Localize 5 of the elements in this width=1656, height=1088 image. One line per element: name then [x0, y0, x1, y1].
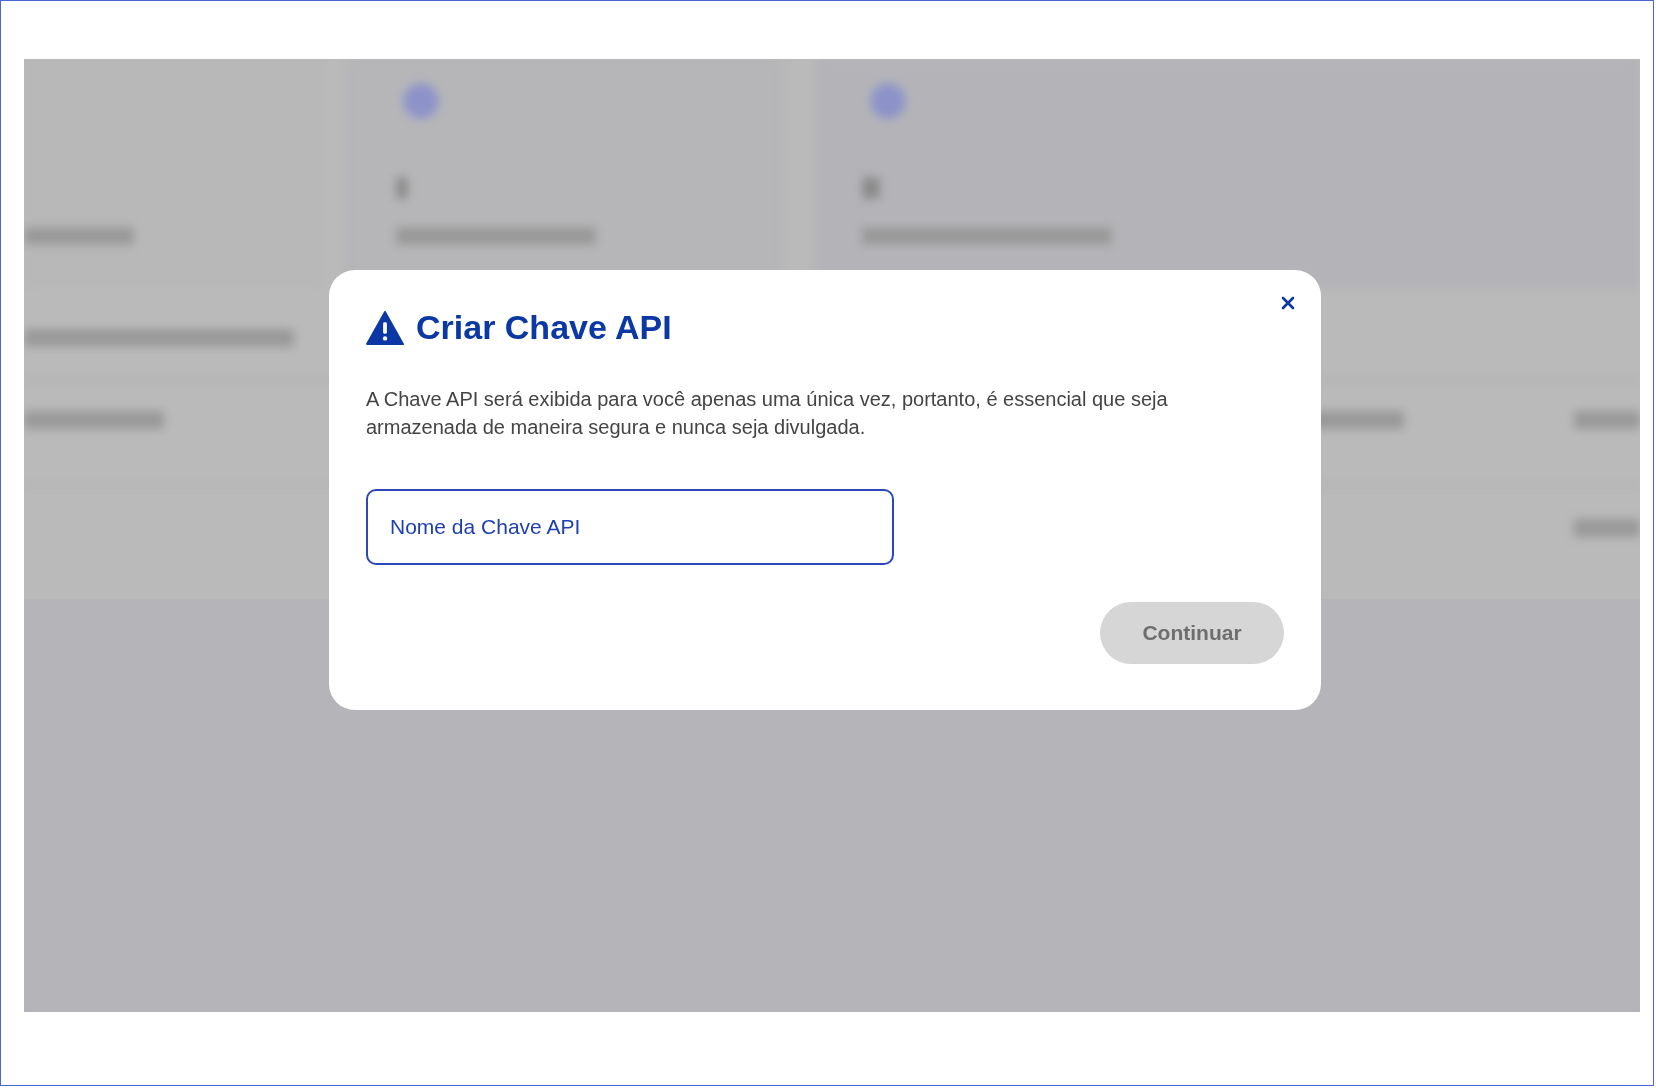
dialog-title: Criar Chave API	[416, 308, 672, 347]
warning-icon	[366, 310, 404, 345]
api-key-name-field[interactable]: Nome da Chave API	[366, 489, 894, 565]
close-icon[interactable]	[1279, 294, 1297, 312]
dialog-message: A Chave API será exibida para você apenas uma única vez, portanto, é essencial que seja armazenada de maneira segura e nunca seja divulgada.	[366, 387, 1169, 440]
